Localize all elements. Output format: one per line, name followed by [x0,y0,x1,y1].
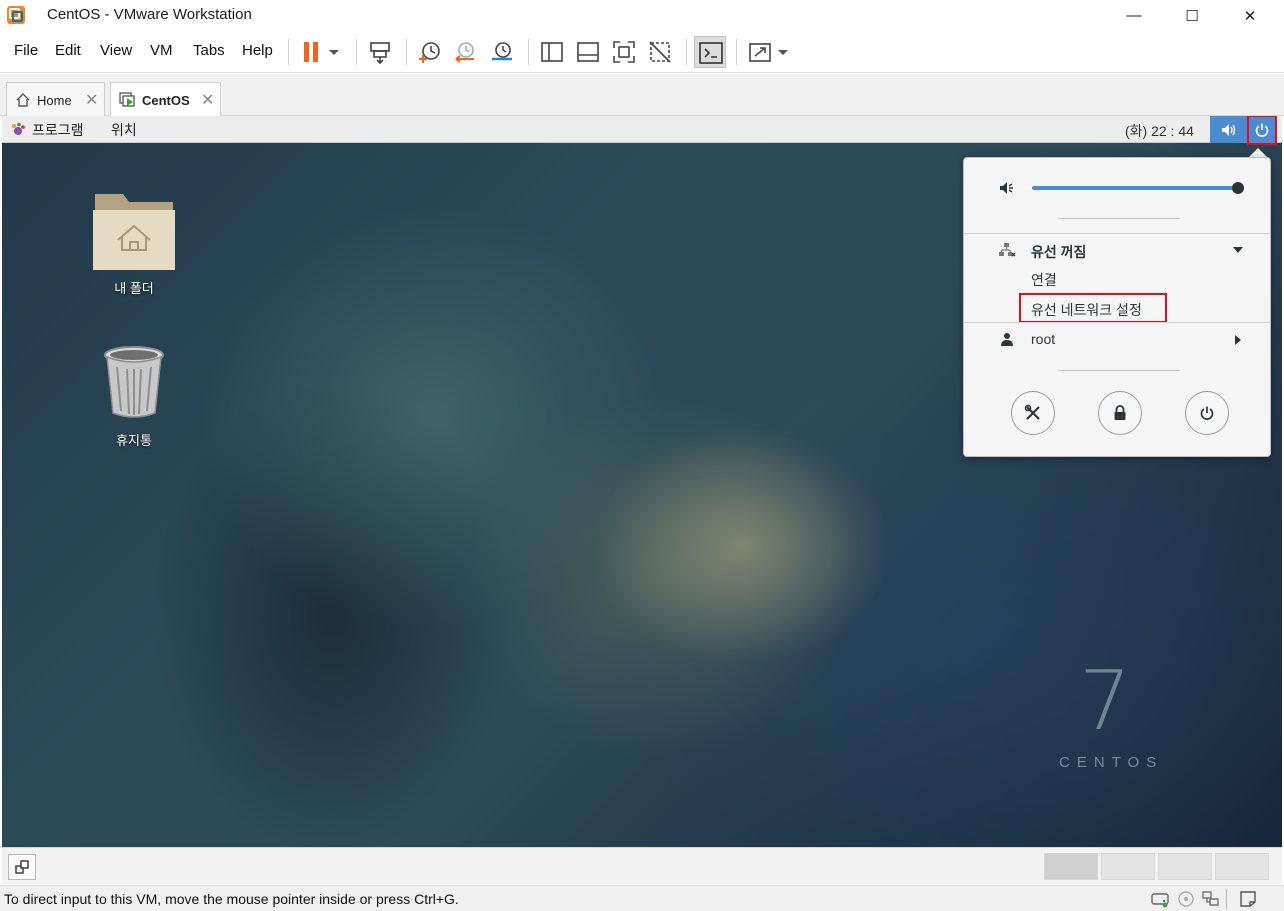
menu-help[interactable]: Help [242,42,273,59]
menu-divider [1058,370,1180,371]
settings-button[interactable] [1011,391,1055,435]
unity-button[interactable] [8,854,36,880]
window-title: CentOS - VMware Workstation [47,6,252,23]
menu-tabs[interactable]: Tabs [193,42,225,59]
volume-icon [1221,123,1235,136]
settings-icon [1024,404,1040,420]
pause-icon[interactable] [298,39,324,65]
title-bar: CentOS - VMware Workstation — ☐ ✕ [0,0,1284,31]
menu-toolbar: File Edit View VM Tabs Help [0,31,1284,73]
toolbar-separator [686,39,687,65]
menu-view[interactable]: View [100,42,132,59]
vm-running-icon [119,92,135,107]
status-message: To direct input to this VM, move the mou… [4,891,459,907]
volume-muted-icon [1000,182,1013,194]
gnome-foot-icon [12,122,25,135]
lock-icon [1114,405,1126,420]
close-button[interactable]: ✕ [1221,0,1279,31]
wired-settings-item[interactable]: 유선 네트워크 설정 [1031,300,1142,320]
toolbar-separator [288,39,289,65]
dropdown-arrow-icon[interactable] [326,39,342,65]
power-off-icon [1200,406,1214,420]
send-ctrl-alt-del-icon[interactable] [367,39,393,65]
vmware-logo-icon [7,6,25,24]
trash-icon [104,346,164,418]
thumbnail-slot[interactable] [1044,853,1098,880]
volume-indicator[interactable] [1210,116,1247,143]
system-menu-indicator[interactable] [1247,116,1277,145]
system-menu: 유선 꺼짐 연결 유선 네트워크 설정 root [963,157,1271,457]
thumbnail-slot[interactable] [1158,853,1212,880]
hard-disk-icon[interactable] [1150,890,1170,908]
tab-bar: Home ✕ CentOS ✕ [0,74,1284,116]
toolbar-separator [356,39,357,65]
stretch-view-icon[interactable] [747,39,773,65]
message-log-icon[interactable] [1238,890,1258,908]
tab-centos-label: CentOS [142,93,190,108]
power-off-button[interactable] [1185,391,1229,435]
wired-status-label: 유선 꺼짐 [1031,244,1087,260]
toolbar-separator [406,39,407,65]
home-icon [16,93,30,107]
snapshot-take-icon[interactable] [417,39,443,65]
places-menu[interactable]: 위치 [111,120,137,140]
desktop-trash-label: 휴지통 [116,433,152,448]
user-row[interactable]: root [964,326,1270,352]
snapshot-manager-icon[interactable] [489,39,515,65]
volume-slider-handle[interactable] [1232,182,1244,194]
applications-label: 프로그램 [32,122,84,138]
expand-arrow-icon [1233,247,1243,253]
menu-vm[interactable]: VM [150,42,173,59]
connect-item[interactable]: 연결 [1031,270,1057,290]
tab-home[interactable]: Home ✕ [6,82,105,116]
clock[interactable]: (화) 22 : 44 [1125,121,1194,141]
network-wired-offline-icon [999,243,1016,257]
library-view-icon[interactable] [539,39,565,65]
desktop-trash[interactable]: 휴지통 [79,345,189,449]
user-label: root [1031,331,1056,347]
thumbnail-bar-icon[interactable] [575,39,601,65]
lock-button[interactable] [1098,391,1142,435]
thumbnail-slot[interactable] [1101,853,1155,880]
power-icon [1255,123,1269,137]
cd-rom-icon[interactable] [1176,890,1196,908]
folder-home-icon [93,194,175,270]
centos-wordmark: CENTOS [1059,754,1164,771]
thumbnail-slot[interactable] [1215,853,1269,880]
status-bar: To direct input to this VM, move the mou… [0,885,1284,911]
gnome-top-bar: 프로그램 위치 (화) 22 : 44 [2,116,1282,145]
status-separator [1226,889,1227,909]
volume-slider-track[interactable] [1032,186,1240,190]
unity-off-icon[interactable] [647,39,673,65]
tab-centos-close-icon[interactable]: ✕ [201,90,214,110]
toolbar-separator [736,39,737,65]
window-restore-icon [15,860,29,874]
console-view-toggle[interactable] [694,36,726,68]
tab-centos[interactable]: CentOS ✕ [110,82,221,116]
tab-home-label: Home [37,93,72,108]
minimize-button[interactable]: — [1105,0,1163,31]
network-adapter-icon[interactable] [1201,890,1221,908]
user-icon [1001,333,1013,346]
vm-bottom-strip [2,847,1282,884]
desktop-home-folder[interactable]: 내 폴더 [79,188,189,297]
centos-version-watermark: 7 [1079,654,1132,749]
vm-display[interactable]: 프로그램 위치 (화) 22 : 44 내 폴더 휴지통 7 CENTOS 유선… [2,116,1282,847]
menu-file[interactable]: File [14,42,38,59]
snapshot-revert-icon[interactable] [453,39,479,65]
menu-divider [964,322,1270,323]
menu-divider [1058,218,1180,219]
desktop-home-folder-label: 내 폴더 [114,281,154,296]
full-screen-icon[interactable] [611,39,637,65]
maximize-button[interactable]: ☐ [1163,0,1221,31]
wired-network-row[interactable]: 유선 꺼짐 [964,236,1270,264]
submenu-arrow-icon [1235,335,1241,345]
applications-menu[interactable]: 프로그램 [10,120,84,140]
menu-edit[interactable]: Edit [55,42,81,59]
toolbar-separator [528,39,529,65]
tab-home-close-icon[interactable]: ✕ [85,90,98,110]
console-view-icon [699,42,723,64]
dropdown-arrow-icon[interactable] [775,39,791,65]
menu-divider [964,233,1270,234]
